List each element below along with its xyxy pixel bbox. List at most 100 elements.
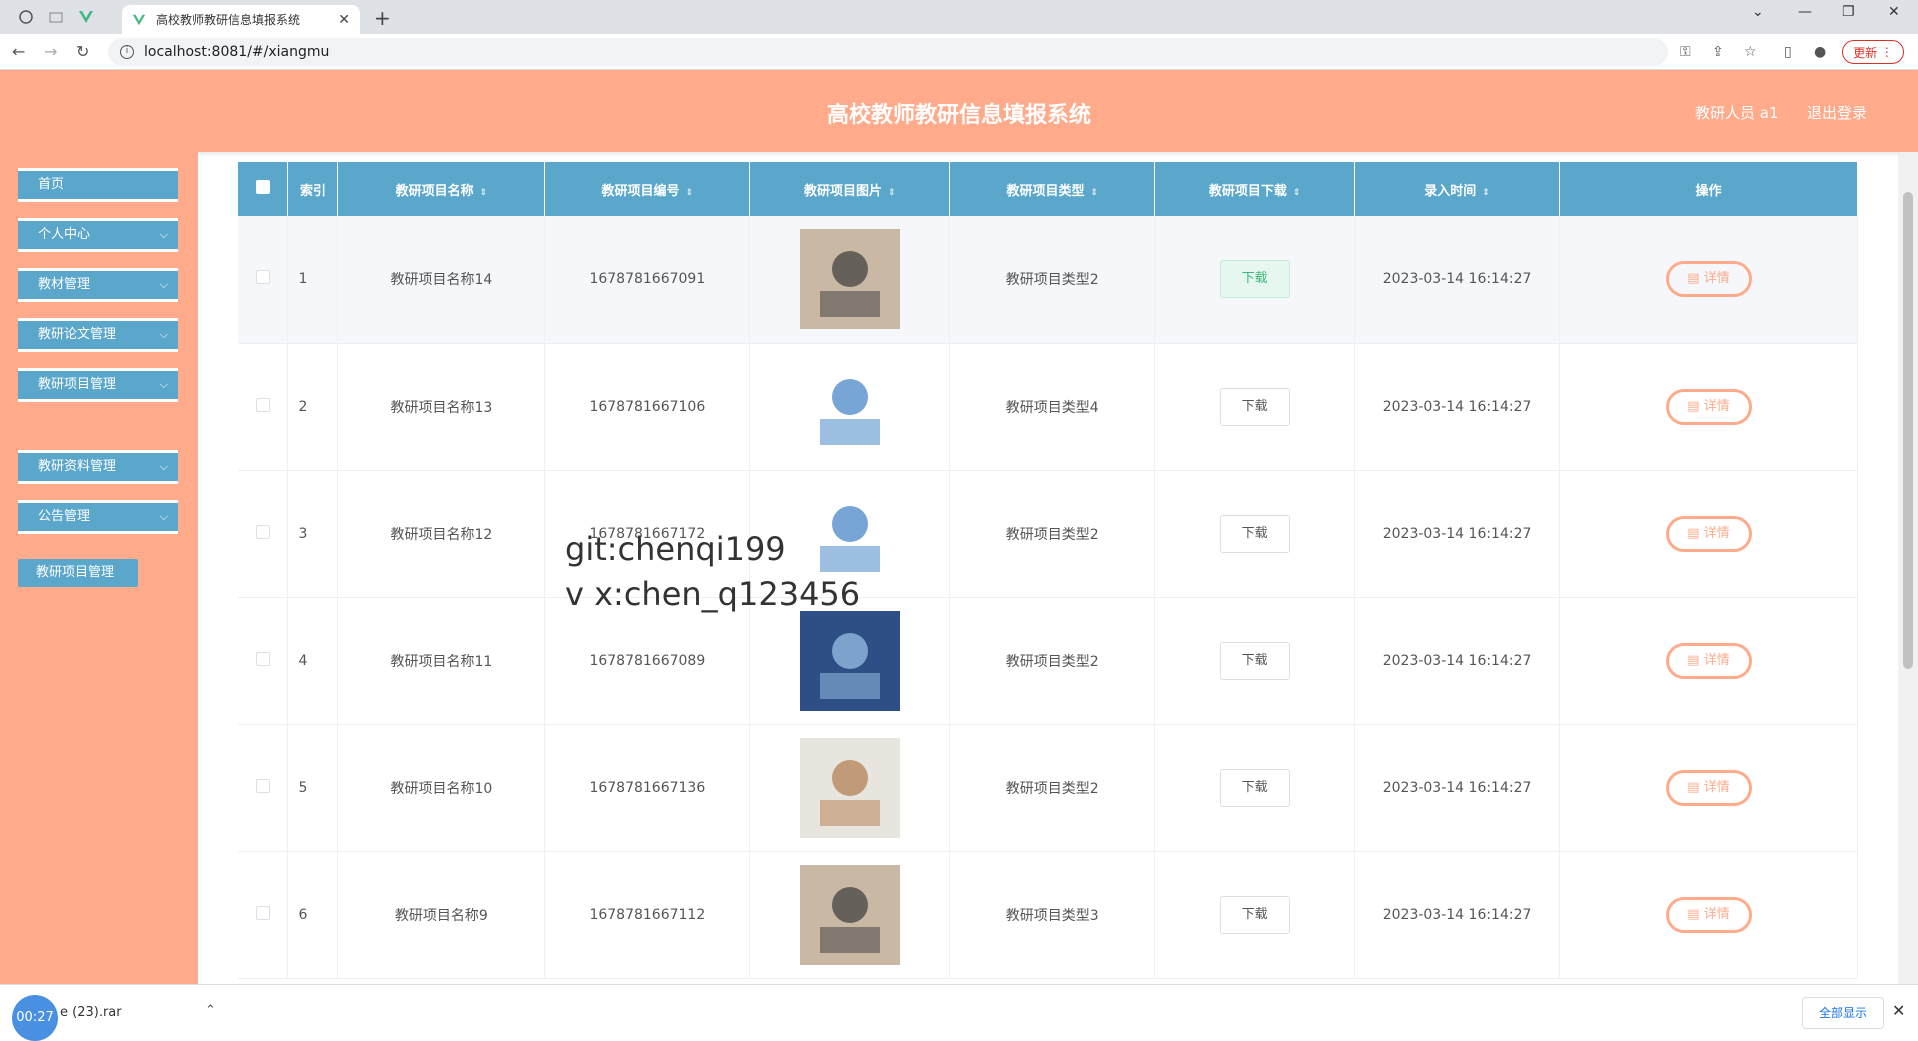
detail-button[interactable]: ▤ 详情 [1665,388,1752,425]
download-cell: 下载 [1154,216,1356,343]
project-code: 1678781667112 [544,851,751,978]
sort-icon[interactable]: ⇕ [1090,188,1098,198]
col-download[interactable]: 教研项目下载 ⇕ [1154,162,1356,216]
detail-button[interactable]: ▤ 详情 [1665,896,1752,933]
vue-favicon-icon [132,14,146,25]
sidebar-item-material[interactable]: 教研资料管理 ⌵ [18,450,178,484]
project-type: 教研项目类型2 [949,724,1156,851]
download-button[interactable]: 下载 [1219,895,1290,934]
profile-icon[interactable]: ● [1814,44,1826,60]
row-checkbox[interactable] [238,851,289,978]
sidebar-item-notice[interactable]: 公告管理 ⌵ [18,500,178,534]
download-button[interactable]: 下载 [1219,768,1290,807]
download-cell: 下载 [1154,597,1356,724]
back-icon[interactable]: ← [12,42,25,61]
chevron-down-icon: ⌵ [159,460,168,473]
project-thumbnail[interactable] [799,864,900,965]
document-icon: ▤ [1687,779,1704,795]
sort-icon[interactable]: ⇕ [1482,188,1490,198]
current-user: 教研人员 a1 [1695,104,1779,122]
scrollbar-thumb[interactable] [1903,192,1913,669]
minimize-icon[interactable]: — [1798,4,1812,20]
row-checkbox[interactable] [238,216,289,343]
detail-button[interactable]: ▤ 详情 [1665,642,1752,679]
star-icon[interactable]: ☆ [1744,44,1757,60]
table-row[interactable]: 3 教研项目名称12 1678781667172 教研项目类型2 下载 2023-03-1… [238,470,1858,597]
col-time[interactable]: 录入时间 ⇕ [1354,162,1561,216]
detail-button[interactable]: ▤ 详情 [1665,515,1752,552]
col-index: 索引 [287,162,339,216]
document-icon: ▤ [1687,398,1704,414]
globe-icon[interactable] [18,9,34,25]
sort-icon[interactable]: ⇕ [888,188,896,198]
reload-icon[interactable]: ↻ [76,42,89,61]
sidebar-item-paper[interactable]: 教研论文管理 ⌵ [18,318,178,352]
project-code: 1678781667106 [544,343,751,470]
scrollbar[interactable] [1898,152,1918,984]
vue-icon[interactable] [78,9,94,25]
sidebar-item-personal[interactable]: 个人中心 ⌵ [18,218,178,252]
row-checkbox[interactable] [238,724,289,851]
url-field[interactable]: i localhost:8081/#/xiangmu [108,38,1668,66]
table-row[interactable]: 1 教研项目名称14 1678781667091 教研项目类型2 下载 2023-03-1… [238,216,1858,343]
logout-link[interactable]: 退出登录 [1807,102,1867,123]
col-image[interactable]: 教研项目图片 ⇕ [749,162,951,216]
tab-icon[interactable] [48,9,64,25]
sidepanel-icon[interactable]: ▯ [1784,44,1792,60]
chevron-up-icon[interactable]: ⌃ [205,1003,216,1018]
restore-icon[interactable]: ❐ [1842,4,1855,20]
project-thumbnail[interactable] [799,356,900,457]
project-thumbnail[interactable] [799,229,900,330]
chevron-down-icon: ⌵ [159,378,168,391]
table-row[interactable]: 2 教研项目名称13 1678781667106 教研项目类型4 下载 2023-03-1… [238,343,1858,470]
key-icon[interactable]: ⚿ [1680,44,1691,60]
col-type[interactable]: 教研项目类型 ⇕ [949,162,1156,216]
download-button[interactable]: 下载 [1219,260,1290,299]
select-all-checkbox[interactable] [238,162,289,216]
download-file-name[interactable]: e (23).rar [60,1005,122,1020]
tab-search-icon[interactable]: ⌄ [1752,4,1764,20]
download-button[interactable]: 下载 [1219,641,1290,680]
download-button[interactable]: 下载 [1219,514,1290,553]
info-icon[interactable]: i [120,45,134,59]
detail-button[interactable]: ▤ 详情 [1665,769,1752,806]
share-icon[interactable]: ⇪ [1712,44,1724,60]
forward-icon[interactable]: → [44,42,57,61]
col-code[interactable]: 教研项目编号 ⇕ [544,162,751,216]
entry-time: 2023-03-14 16:14:27 [1354,470,1561,597]
row-index: 1 [287,216,339,343]
browser-tab-active[interactable]: 高校教师教研信息填报系统 ✕ [122,5,360,34]
project-type: 教研项目类型2 [949,216,1156,343]
close-icon[interactable]: ✕ [1892,1001,1905,1020]
row-checkbox[interactable] [238,470,289,597]
row-checkbox[interactable] [238,597,289,724]
sidebar-item-textbook[interactable]: 教材管理 ⌵ [18,268,178,302]
sort-icon[interactable]: ⇕ [1293,188,1301,198]
project-type: 教研项目类型4 [949,343,1156,470]
project-image-cell [749,724,951,851]
sort-icon[interactable]: ⇕ [480,188,488,198]
project-thumbnail[interactable] [799,483,900,584]
window-close-icon[interactable]: ✕ [1888,4,1900,20]
sort-icon[interactable]: ⇕ [686,188,694,198]
sidebar-item-home[interactable]: 首页 [18,168,178,202]
table-row[interactable]: 6 教研项目名称9 1678781667112 教研项目类型3 下载 2023-03-14… [238,851,1858,978]
download-button[interactable]: 下载 [1219,387,1290,426]
project-table: 索引 教研项目名称 ⇕ 教研项目编号 ⇕ 教研项目图片 ⇕ 教研项目类型 ⇕ 教研项目下… [238,162,1858,979]
show-all-button[interactable]: 全部显示 [1802,997,1884,1029]
detail-button[interactable]: ▤ 详情 [1665,261,1752,298]
project-thumbnail[interactable] [799,610,900,711]
table-row[interactable]: 5 教研项目名称10 1678781667136 教研项目类型2 下载 2023-03-1… [238,724,1858,851]
tab-close-icon[interactable]: ✕ [338,12,350,28]
row-checkbox[interactable] [238,343,289,470]
new-tab-icon[interactable]: + [374,6,391,30]
sidebar-item-project[interactable]: 教研项目管理 ⌵ [18,368,178,402]
update-button[interactable]: 更新 ⋮ [1842,40,1904,64]
download-cell: 下载 [1154,470,1356,597]
table-row[interactable]: 4 教研项目名称11 1678781667089 教研项目类型2 下载 2023-03-1… [238,597,1858,724]
sidebar-subitem-project[interactable]: 教研项目管理 [18,559,138,587]
project-name: 教研项目名称14 [337,216,546,343]
project-thumbnail[interactable] [799,737,900,838]
col-name[interactable]: 教研项目名称 ⇕ [337,162,546,216]
project-code: 1678781667091 [544,216,751,343]
